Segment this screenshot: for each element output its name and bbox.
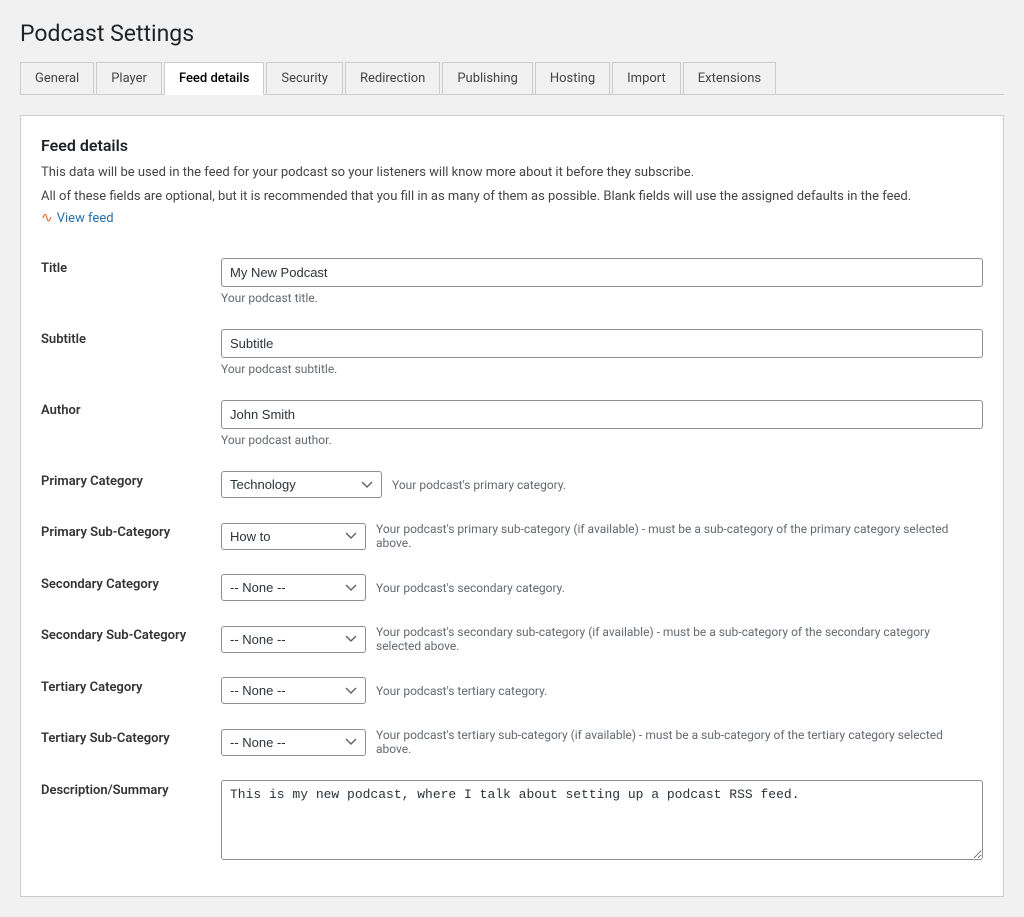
primary-sub-category-desc: Your podcast's primary sub-category (if …: [376, 522, 976, 550]
tertiary-category-row: -- None --TechnologyArtsBusiness Your po…: [221, 677, 983, 704]
subtitle-input[interactable]: [221, 329, 983, 358]
field-cell-description: [221, 768, 983, 876]
field-label-author: Author: [41, 388, 221, 459]
tertiary-sub-category-row: -- None -- Your podcast's tertiary sub-c…: [221, 728, 983, 756]
field-row-tertiary-sub-category: Tertiary Sub-Category -- None -- Your po…: [41, 716, 983, 768]
tabs-nav: General Player Feed details Security Red…: [20, 62, 1004, 95]
field-row-primary-sub-category: Primary Sub-Category -- None --How toTec…: [41, 510, 983, 562]
view-feed-link[interactable]: ∿ View feed: [41, 210, 114, 226]
field-cell-tertiary-category: -- None --TechnologyArtsBusiness Your po…: [221, 665, 983, 716]
tertiary-sub-category-select[interactable]: -- None --: [221, 729, 366, 756]
secondary-sub-category-desc: Your podcast's secondary sub-category (i…: [376, 625, 976, 653]
field-label-description: Description/Summary: [41, 768, 221, 876]
field-row-subtitle: Subtitle Your podcast subtitle.: [41, 317, 983, 388]
primary-category-row: TechnologyArtsBusinessComedyEducationFic…: [221, 471, 983, 498]
field-row-secondary-category: Secondary Category -- None --TechnologyA…: [41, 562, 983, 613]
primary-sub-category-select[interactable]: -- None --How toTech NewsGadgetsPodcasti…: [221, 523, 366, 550]
tab-redirection[interactable]: Redirection: [345, 62, 440, 94]
field-label-primary-sub-category: Primary Sub-Category: [41, 510, 221, 562]
tab-general[interactable]: General: [20, 62, 94, 94]
field-label-subtitle: Subtitle: [41, 317, 221, 388]
author-input[interactable]: [221, 400, 983, 429]
primary-category-select[interactable]: TechnologyArtsBusinessComedyEducationFic…: [221, 471, 382, 498]
tab-player[interactable]: Player: [96, 62, 162, 94]
tab-feed-details[interactable]: Feed details: [164, 62, 264, 95]
field-label-title: Title: [41, 246, 221, 317]
page-title: Podcast Settings: [20, 20, 1004, 47]
tab-security[interactable]: Security: [266, 62, 343, 94]
author-desc: Your podcast author.: [221, 433, 983, 447]
field-label-tertiary-category: Tertiary Category: [41, 665, 221, 716]
field-row-title: Title Your podcast title.: [41, 246, 983, 317]
field-cell-title: Your podcast title.: [221, 246, 983, 317]
field-cell-subtitle: Your podcast subtitle.: [221, 317, 983, 388]
title-input[interactable]: [221, 258, 983, 287]
subtitle-desc: Your podcast subtitle.: [221, 362, 983, 376]
field-label-secondary-category: Secondary Category: [41, 562, 221, 613]
rss-icon: ∿: [41, 210, 53, 226]
tertiary-sub-category-desc: Your podcast's tertiary sub-category (if…: [376, 728, 976, 756]
secondary-sub-category-select[interactable]: -- None --: [221, 626, 366, 653]
section-title: Feed details: [41, 136, 983, 155]
title-desc: Your podcast title.: [221, 291, 983, 305]
field-row-secondary-sub-category: Secondary Sub-Category -- None -- Your p…: [41, 613, 983, 665]
section-desc1: This data will be used in the feed for y…: [41, 163, 983, 183]
description-textarea[interactable]: [221, 780, 983, 860]
settings-form: Title Your podcast title. Subtitle Your …: [41, 246, 983, 876]
field-row-author: Author Your podcast author.: [41, 388, 983, 459]
secondary-sub-category-row: -- None -- Your podcast's secondary sub-…: [221, 625, 983, 653]
field-row-description: Description/Summary: [41, 768, 983, 876]
field-cell-primary-category: TechnologyArtsBusinessComedyEducationFic…: [221, 459, 983, 510]
tab-publishing[interactable]: Publishing: [442, 62, 533, 94]
primary-category-desc: Your podcast's primary category.: [392, 478, 566, 492]
secondary-category-desc: Your podcast's secondary category.: [376, 581, 565, 595]
secondary-category-select[interactable]: -- None --TechnologyArtsBusinessComedyEd…: [221, 574, 366, 601]
field-label-primary-category: Primary Category: [41, 459, 221, 510]
tertiary-category-select[interactable]: -- None --TechnologyArtsBusiness: [221, 677, 366, 704]
primary-sub-category-row: -- None --How toTech NewsGadgetsPodcasti…: [221, 522, 983, 550]
field-label-secondary-sub-category: Secondary Sub-Category: [41, 613, 221, 665]
tab-extensions[interactable]: Extensions: [683, 62, 776, 94]
field-row-tertiary-category: Tertiary Category -- None --TechnologyAr…: [41, 665, 983, 716]
field-label-tertiary-sub-category: Tertiary Sub-Category: [41, 716, 221, 768]
secondary-category-row: -- None --TechnologyArtsBusinessComedyEd…: [221, 574, 983, 601]
field-row-primary-category: Primary Category TechnologyArtsBusinessC…: [41, 459, 983, 510]
tab-import[interactable]: Import: [612, 62, 681, 94]
field-cell-author: Your podcast author.: [221, 388, 983, 459]
section-desc2: All of these fields are optional, but it…: [41, 187, 983, 207]
tab-hosting[interactable]: Hosting: [535, 62, 610, 94]
field-cell-primary-sub-category: -- None --How toTech NewsGadgetsPodcasti…: [221, 510, 983, 562]
field-cell-secondary-sub-category: -- None -- Your podcast's secondary sub-…: [221, 613, 983, 665]
tertiary-category-desc: Your podcast's tertiary category.: [376, 684, 547, 698]
field-cell-secondary-category: -- None --TechnologyArtsBusinessComedyEd…: [221, 562, 983, 613]
field-cell-tertiary-sub-category: -- None -- Your podcast's tertiary sub-c…: [221, 716, 983, 768]
feed-details-panel: Feed details This data will be used in t…: [20, 115, 1004, 897]
view-feed-label: View feed: [57, 211, 114, 226]
